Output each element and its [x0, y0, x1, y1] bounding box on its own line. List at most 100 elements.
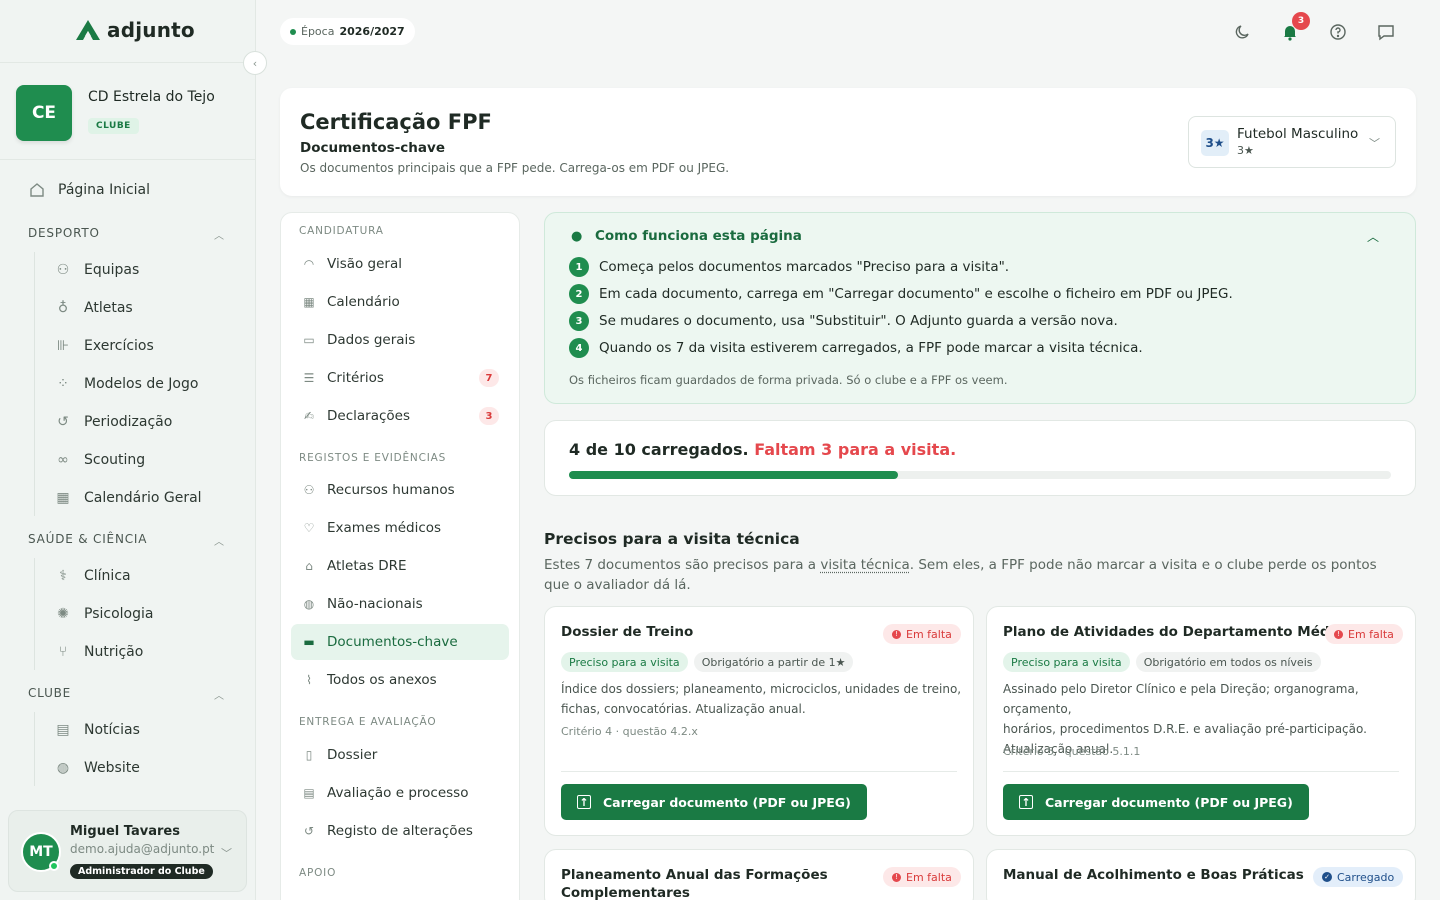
sidebar-item-label: Modelos de Jogo [84, 376, 199, 392]
sidebar-section-desporto[interactable]: DESPORTO [28, 226, 100, 240]
sidebar-item-website[interactable]: ◍ Website [54, 759, 140, 777]
sidebar-item-atletas[interactable]: ♁ Atletas [54, 299, 133, 317]
subnav-item-criterios[interactable]: ☰ Critérios [301, 370, 384, 386]
subnav-item-label: Declarações [327, 408, 410, 424]
upload-document-button[interactable]: ↑ Carregar documento (PDF ou JPEG) [1003, 784, 1309, 820]
chevron-up-icon[interactable]: ︿ [214, 687, 224, 702]
status-dot [290, 28, 296, 35]
subnav-item-todos-os-anexos[interactable]: ⌇ Todos os anexos [301, 672, 437, 688]
checklist-icon: ☰ [303, 371, 315, 385]
sidebar-item-exercicios[interactable]: ⊪ Exercícios [54, 337, 154, 355]
sidebar-item-clinica[interactable]: ⚕ Clínica [54, 567, 130, 585]
step-4: 4 Quando os 7 da visita estiverem carrega… [569, 338, 1143, 358]
tactics-icon: ⁘ [57, 376, 69, 392]
sidebar-item-periodizacao[interactable]: ↺ Periodização [54, 413, 172, 431]
nav-tree-line [34, 252, 35, 516]
chevron-left-icon: ‹ [252, 56, 258, 70]
subnav-item-recursos-humanos[interactable]: ⚇ Recursos humanos [301, 482, 455, 498]
season-pill[interactable]: Época 2026/2027 [280, 18, 415, 45]
step-1: 1 Começa pelos documentos marcados "Preci… [569, 257, 1009, 277]
document-card: Dossier de Treino ! Em falta Preciso para… [544, 606, 974, 836]
button-label: Carregar documento (PDF ou JPEG) [1045, 794, 1293, 810]
brand-name: adjunto [107, 18, 195, 42]
document-title: Dossier de Treino [561, 624, 694, 640]
subnav-item-calendario[interactable]: ▦ Calendário [301, 294, 399, 310]
calendar-icon: ▦ [303, 295, 315, 309]
user-role-badge: Administrador do Clube [70, 864, 213, 879]
subnav-item-registo-alteracoes[interactable]: ↺ Registo de alterações [301, 823, 473, 839]
step-text: Quando os 7 da visita estiverem carregad… [599, 340, 1143, 356]
paperclip-icon: ⌇ [306, 673, 312, 687]
team-icon: ⚇ [56, 262, 70, 278]
sidebar-item-label: Calendário Geral [84, 490, 202, 506]
status-text: Em falta [906, 627, 952, 641]
document-card: Manual de Acolhimento e Boas Práticas ✓ C… [986, 849, 1416, 900]
progress-missing: Faltam 3 para a visita. [754, 440, 957, 459]
sidebar-item-modelos-de-jogo[interactable]: ⁘ Modelos de Jogo [54, 375, 198, 393]
collapse-sidebar-button[interactable]: ‹ [243, 51, 267, 75]
subnav-item-declaracoes[interactable]: ✍ Declarações [301, 408, 410, 424]
subnav-item-label: Todos os anexos [327, 672, 437, 688]
sidebar-item-label: Website [84, 760, 140, 776]
subnav-item-documentos-chave[interactable]: ▬ Documentos-chave [301, 634, 458, 650]
subnav-item-label: Documentos-chave [327, 634, 458, 650]
binoculars-icon: ∞ [57, 452, 69, 468]
app-logo[interactable]: adjunto [75, 18, 195, 42]
visita-tecnica-link[interactable]: visita técnica [820, 557, 909, 573]
sidebar-item-home[interactable]: Página Inicial [28, 181, 150, 199]
subnav-item-avaliacao[interactable]: ▤ Avaliação e processo [301, 785, 468, 801]
gauge-icon: ◠ [303, 257, 315, 271]
subnav-item-exames-medicos[interactable]: ♡ Exames médicos [301, 520, 441, 536]
sidebar-item-calendario-geral[interactable]: ▦ Calendário Geral [54, 489, 202, 507]
history-icon: ↺ [57, 414, 69, 430]
sidebar-item-psicologia[interactable]: ✺ Psicologia [54, 605, 153, 623]
title-line: Complementares [561, 885, 690, 900]
sidebar-item-label: Scouting [84, 452, 146, 468]
sidebar-item-scouting[interactable]: ∞ Scouting [54, 451, 145, 469]
sidebar-item-label: Exercícios [84, 338, 154, 354]
upload-document-button[interactable]: ↑ Carregar documento (PDF ou JPEG) [561, 784, 867, 820]
tag-requirement: Obrigatório a partir de 1★ [693, 652, 854, 672]
team-selector[interactable]: 3★ Futebol Masculino 3★ ﹀ [1188, 116, 1396, 168]
sidebar-section-saude[interactable]: SAÚDE & CIÊNCIA [28, 532, 147, 546]
sidebar-item-nutricao[interactable]: ⑂ Nutrição [54, 643, 144, 661]
season-value: 2026/2027 [339, 25, 405, 38]
chevron-up-icon[interactable]: ︿ [214, 533, 224, 548]
subnav-item-visao-geral[interactable]: ◠ Visão geral [301, 256, 402, 272]
how-it-works-title[interactable]: Como funciona esta página [595, 228, 802, 244]
sidebar-item-label: Periodização [84, 414, 173, 430]
upload-progress-card: 4 de 10 carregados. Faltam 3 para a visi… [544, 420, 1416, 496]
chat-icon[interactable] [1375, 21, 1397, 43]
page-subtitle: Documentos-chave [300, 140, 445, 156]
tag-visit: Preciso para a visita [561, 652, 688, 672]
step-2: 2 Em cada documento, carrega em "Carregar… [569, 284, 1233, 304]
team-level-badge: 3★ [1201, 130, 1229, 156]
medal-icon: ♁ [57, 300, 69, 316]
subnav-item-dossier[interactable]: ▯ Dossier [301, 747, 378, 763]
section-description: Estes 7 documentos são precisos para a v… [544, 555, 1394, 595]
status-badge: ! Em falta [883, 867, 961, 887]
subnav-item-label: Dossier [327, 747, 378, 763]
subnav-item-dados-gerais[interactable]: ▭ Dados gerais [301, 332, 415, 348]
moon-icon[interactable] [1232, 21, 1254, 43]
check-icon: ✓ [1322, 872, 1332, 882]
title-line: Planeamento Anual das Formações [561, 867, 828, 883]
club-card[interactable]: CE CD Estrela do Tejo CLUBE [0, 62, 256, 160]
chevron-up-icon[interactable]: ︿ [214, 227, 224, 242]
calendar-icon: ▦ [56, 490, 70, 506]
subnav-item-nao-nacionais[interactable]: ◍ Não-nacionais [301, 596, 423, 612]
alert-icon: ! [1334, 629, 1343, 639]
sidebar-section-clube[interactable]: CLUBE [28, 686, 71, 700]
progress-count: 4 de 10 carregados. [569, 440, 749, 459]
status-text: Carregado [1337, 870, 1395, 884]
chevron-up-icon[interactable]: ︿ [1367, 228, 1379, 245]
chevron-down-icon[interactable]: ﹀ [221, 845, 232, 861]
user-name: Miguel Tavares [70, 824, 180, 839]
sidebar-item-noticias[interactable]: ▤ Notícias [54, 721, 140, 739]
help-icon[interactable] [1327, 21, 1349, 43]
privacy-note: Os ficheiros ficam guardados de forma pr… [569, 373, 1008, 387]
sidebar-item-equipas[interactable]: ⚇ Equipas [54, 261, 140, 279]
document-card: Plano de Atividades do Departamento Médi… [986, 606, 1416, 836]
subnav-item-atletas-dre[interactable]: ⌂ Atletas DRE [301, 558, 406, 574]
user-card[interactable]: MT Miguel Tavares demo.ajuda@adjunto.pt … [8, 810, 247, 892]
